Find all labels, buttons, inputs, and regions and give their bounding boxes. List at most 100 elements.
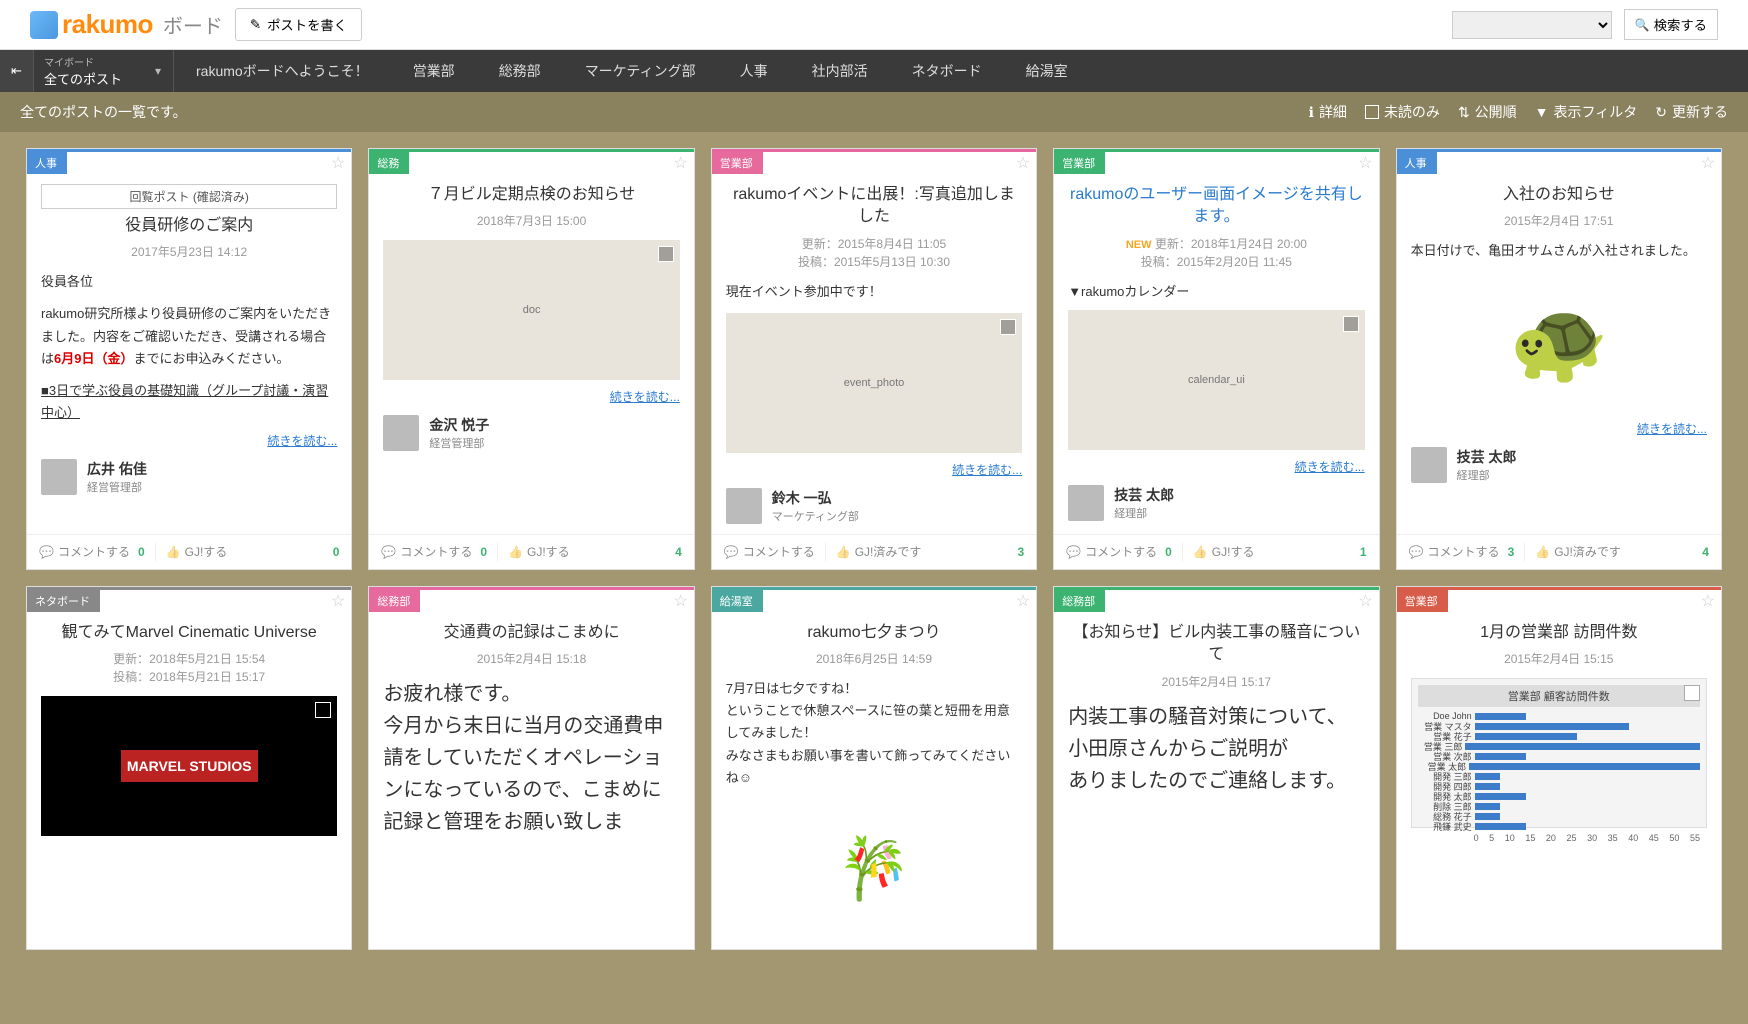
- post-image[interactable]: 🐢: [1411, 272, 1707, 412]
- logo-icon: [30, 11, 58, 39]
- reload-button[interactable]: 更新する: [1655, 102, 1728, 122]
- category-label: 総務部: [1054, 590, 1105, 612]
- gj-button[interactable]: GJ!する: [1193, 543, 1255, 560]
- author-name: 金沢 悦子: [429, 415, 489, 435]
- post-image[interactable]: doc: [383, 240, 679, 380]
- logo[interactable]: rakumo ボード: [30, 9, 223, 40]
- collapse-icon: [11, 63, 22, 79]
- post-title[interactable]: rakumoイベントに出展！:写真追加しました: [726, 184, 1022, 229]
- post-card: 営業部☆1月の営業部 訪問件数2015年2月4日 15:15 営業部 顧客訪問件…: [1396, 586, 1722, 950]
- post-title[interactable]: rakumoのユーザー画面イメージを共有します。: [1068, 184, 1364, 229]
- star-icon[interactable]: ☆: [1358, 153, 1372, 173]
- read-more-link[interactable]: 続きを読む...: [726, 461, 1022, 478]
- post-image[interactable]: event_photo: [726, 313, 1022, 453]
- post-image[interactable]: 🎋: [726, 799, 1022, 939]
- star-icon[interactable]: ☆: [1016, 153, 1030, 173]
- post-subhead: ▼rakumoカレンダー: [1068, 281, 1364, 300]
- post-author[interactable]: 広井 佑佳 経営管理部: [41, 459, 337, 495]
- post-title[interactable]: ７月ビル定期点検のお知らせ: [383, 184, 679, 206]
- read-more-link[interactable]: 続きを読む...: [383, 388, 679, 405]
- chart-bar: [1475, 753, 1526, 760]
- gj-button[interactable]: GJ!する: [508, 543, 570, 560]
- post-image[interactable]: MARVEL STUDIOS: [41, 696, 337, 836]
- gj-button[interactable]: GJ!済みです: [836, 543, 922, 560]
- comment-icon: [724, 545, 739, 559]
- star-icon[interactable]: ☆: [1701, 153, 1715, 173]
- nav-tab[interactable]: 給湯室: [1004, 50, 1090, 92]
- sort-public-button[interactable]: 公開順: [1458, 102, 1517, 122]
- author-dept: マーケティング部: [772, 508, 859, 524]
- post-title[interactable]: 入社のお知らせ: [1411, 184, 1707, 206]
- post-author[interactable]: 鈴木 一弘 マーケティング部: [726, 488, 1022, 524]
- post-title[interactable]: 【お知らせ】ビル内装工事の騒音について: [1068, 622, 1364, 667]
- post-card: 給湯室☆rakumo七夕まつり2018年6月25日 14:597月7日は七夕です…: [711, 586, 1037, 950]
- category-label: 人事: [1397, 152, 1437, 174]
- post-card: 営業部☆rakumoのユーザー画面イメージを共有します。NEW 更新：2018年…: [1053, 148, 1379, 570]
- avatar: [726, 488, 762, 524]
- star-icon[interactable]: ☆: [673, 153, 687, 173]
- gallery-icon: [315, 702, 331, 718]
- nav-tab[interactable]: 営業部: [391, 50, 477, 92]
- write-post-button[interactable]: ポストを書く: [235, 8, 362, 41]
- nav-tab[interactable]: 総務部: [477, 50, 563, 92]
- post-card: 総務部☆【お知らせ】ビル内装工事の騒音について2015年2月4日 15:17内装…: [1053, 586, 1379, 950]
- nav-tab[interactable]: 社内部活: [790, 50, 890, 92]
- post-title[interactable]: rakumo七夕まつり: [726, 622, 1022, 644]
- category-label: ネタボード: [27, 590, 100, 612]
- star-icon[interactable]: ☆: [331, 153, 345, 173]
- search-button[interactable]: 検索する: [1624, 9, 1718, 40]
- comment-button[interactable]: コメントする: [1066, 543, 1157, 560]
- search-category-select[interactable]: [1452, 11, 1612, 39]
- read-more-link[interactable]: 続きを読む...: [41, 432, 337, 449]
- star-icon[interactable]: ☆: [1016, 591, 1030, 611]
- read-more-link[interactable]: 続きを読む...: [1068, 458, 1364, 475]
- author-dept: 経理部: [1457, 467, 1517, 483]
- gj-count: 4: [675, 545, 682, 559]
- post-author[interactable]: 技芸 太郎 経理部: [1411, 447, 1707, 483]
- comment-button[interactable]: コメントする: [39, 543, 130, 560]
- filter-bar: 全てのポストの一覧です。 詳細 未読のみ 公開順 表示フィルタ 更新する: [0, 92, 1748, 132]
- gj-button[interactable]: GJ!する: [166, 543, 228, 560]
- logo-subtitle: ボード: [163, 10, 223, 39]
- detail-button[interactable]: 詳細: [1309, 102, 1347, 122]
- star-icon[interactable]: ☆: [331, 591, 345, 611]
- chart-bar: [1475, 733, 1578, 740]
- collapse-sidebar-button[interactable]: [0, 50, 34, 92]
- nav-tab[interactable]: ネタボード: [890, 50, 1004, 92]
- post-date: 更新：2015年8月4日 11:05投稿：2015年5月13日 10:30: [726, 235, 1022, 271]
- post-title[interactable]: 観てみてMarvel Cinematic Universe: [41, 622, 337, 644]
- post-body: 本日付けで、亀田オサムさんが入社されました。: [1411, 240, 1707, 262]
- star-icon[interactable]: ☆: [1701, 591, 1715, 611]
- read-more-link[interactable]: 続きを読む...: [1411, 420, 1707, 437]
- post-title[interactable]: 1月の営業部 訪問件数: [1411, 622, 1707, 644]
- myboard-dropdown[interactable]: マイボード 全てのポスト: [34, 50, 174, 92]
- display-filter-button[interactable]: 表示フィルタ: [1535, 102, 1638, 122]
- author-dept: 経営管理部: [429, 435, 489, 451]
- post-date: NEW 更新：2018年1月24日 20:00投稿：2015年2月20日 11:…: [1068, 235, 1364, 272]
- nav-tabs: rakumoボードへようこそ！営業部総務部マーケティング部人事社内部活ネタボード…: [174, 50, 1748, 92]
- post-author[interactable]: 技芸 太郎 経理部: [1068, 485, 1364, 521]
- post-body: 役員各位: [41, 271, 337, 293]
- post-link[interactable]: ■3日で学ぶ役員の基礎知識（グループ討議・演習中心）: [41, 380, 337, 424]
- chart-bar: [1475, 803, 1501, 810]
- unread-only-toggle[interactable]: 未読のみ: [1365, 102, 1440, 122]
- gj-button[interactable]: GJ!済みです: [1535, 543, 1621, 560]
- chart-bar: [1475, 783, 1501, 790]
- category-label: 給湯室: [712, 590, 763, 612]
- nav-tab[interactable]: 人事: [718, 50, 790, 92]
- comment-button[interactable]: コメントする: [381, 543, 472, 560]
- comment-button[interactable]: コメントする: [1409, 543, 1500, 560]
- star-icon[interactable]: ☆: [673, 591, 687, 611]
- post-chart[interactable]: 営業部 顧客訪問件数 Doe John営業 マスタ営業 花子営業 三郎営業 次郎…: [1411, 678, 1707, 828]
- new-badge: NEW: [1126, 239, 1152, 251]
- post-title[interactable]: 役員研修のご案内: [41, 215, 337, 237]
- comment-button[interactable]: コメントする: [724, 543, 815, 560]
- sort-icon: [1458, 104, 1470, 121]
- post-image[interactable]: calendar_ui: [1068, 310, 1364, 450]
- category-label: 営業部: [1397, 590, 1448, 612]
- post-title[interactable]: 交通費の記録はこまめに: [383, 622, 679, 644]
- post-author[interactable]: 金沢 悦子 経営管理部: [383, 415, 679, 451]
- nav-tab[interactable]: rakumoボードへようこそ！: [174, 50, 391, 92]
- star-icon[interactable]: ☆: [1358, 591, 1372, 611]
- nav-tab[interactable]: マーケティング部: [563, 50, 718, 92]
